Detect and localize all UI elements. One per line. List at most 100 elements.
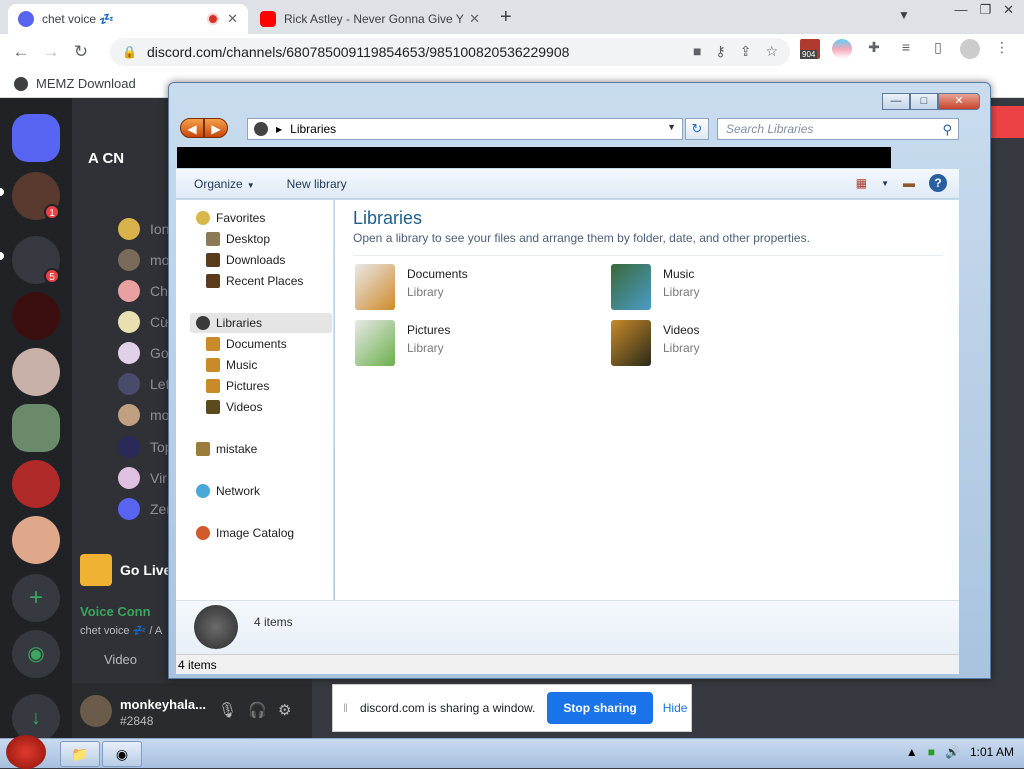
add-server-icon[interactable]: + xyxy=(12,574,60,622)
view-options-icon[interactable]: ▦ xyxy=(856,176,867,190)
settings-gear-icon[interactable]: ⚙ xyxy=(278,701,291,719)
microphone-icon[interactable]: 🎙 xyxy=(218,701,237,719)
organize-menu[interactable]: Organize ▼ xyxy=(194,177,255,191)
stop-sharing-button[interactable]: Stop sharing xyxy=(547,692,653,724)
user-avatar[interactable] xyxy=(80,695,112,727)
library-documents[interactable]: Documents Library xyxy=(355,264,468,310)
voice-member[interactable]: Go xyxy=(118,342,169,364)
share-icon[interactable]: ⇪ xyxy=(740,43,752,60)
nav-libraries[interactable]: Libraries xyxy=(190,313,332,333)
library-music[interactable]: Music Library xyxy=(611,264,700,310)
voice-member[interactable]: mo xyxy=(118,249,169,271)
server-icon[interactable] xyxy=(12,292,60,340)
bookmark-star-icon[interactable]: ☆ xyxy=(765,43,778,60)
menu-kebab-icon[interactable]: ⋮ xyxy=(992,39,1012,59)
page-subtitle: Open a library to see your files and arr… xyxy=(353,231,810,245)
search-icon[interactable]: ⚲ xyxy=(942,120,952,140)
chrome-taskbar-icon[interactable]: ◉ xyxy=(102,741,142,767)
lock-icon[interactable]: 🔒 xyxy=(122,45,137,59)
nav-videos[interactable]: Videos xyxy=(206,397,262,417)
server-icon[interactable] xyxy=(12,404,60,452)
tab-close-button[interactable]: ✕ xyxy=(469,11,480,27)
nav-recent-places[interactable]: Recent Places xyxy=(206,271,303,291)
reload-icon[interactable]: ↻ xyxy=(66,42,96,62)
search-input[interactable]: Search Libraries ⚲ xyxy=(717,118,959,140)
voice-member[interactable]: Let xyxy=(118,373,169,395)
key-icon[interactable]: ⚷ xyxy=(715,43,725,60)
library-videos[interactable]: Videos Library xyxy=(611,320,700,366)
minimize-button[interactable]: — xyxy=(882,93,910,110)
close-window-button[interactable]: ✕ xyxy=(1003,2,1014,18)
minimize-button[interactable]: — xyxy=(954,2,967,18)
username: monkeyhala... xyxy=(120,697,206,712)
back-arrow-icon[interactable]: ← xyxy=(6,42,36,62)
forward-button[interactable]: ▶ xyxy=(204,118,228,138)
new-library-button[interactable]: New library xyxy=(287,177,347,191)
hide-button[interactable]: Hide xyxy=(663,701,688,715)
profile-avatar-icon[interactable] xyxy=(960,39,980,59)
volume-icon[interactable]: 🔊 xyxy=(945,745,960,759)
address-bar[interactable]: ▶ Libraries ▼ xyxy=(247,118,683,140)
voice-member[interactable]: Chi xyxy=(118,280,171,302)
nav-downloads[interactable]: Downloads xyxy=(206,250,285,270)
breadcrumb-arrow-icon[interactable]: ▶ xyxy=(276,125,282,134)
refresh-button[interactable]: ↻ xyxy=(685,118,709,140)
new-tab-button[interactable]: + xyxy=(500,6,512,29)
start-button-icon[interactable] xyxy=(6,735,46,769)
media-queue-icon[interactable]: ≡ xyxy=(896,39,916,59)
documents-icon xyxy=(206,337,220,351)
voice-member[interactable]: Vir xyxy=(118,467,167,489)
nav-pictures[interactable]: Pictures xyxy=(206,376,269,396)
flag-extension-icon[interactable] xyxy=(832,39,852,59)
server-icon[interactable] xyxy=(12,460,60,508)
voice-member[interactable]: Zer xyxy=(118,498,171,520)
puzzle-icon[interactable]: ✚ xyxy=(864,39,884,59)
tray-arrow-icon[interactable]: ▲ xyxy=(906,745,918,759)
voice-member[interactable]: Ion xyxy=(118,218,169,240)
nav-documents[interactable]: Documents xyxy=(206,334,287,354)
nav-image-catalog[interactable]: Image Catalog xyxy=(196,523,294,543)
forward-arrow-icon[interactable]: → xyxy=(36,42,66,62)
breadcrumb-libraries[interactable]: Libraries xyxy=(290,122,336,136)
view-dropdown-icon[interactable]: ▼ xyxy=(881,179,889,188)
system-tray: ▲ ■ 🔊 1:01 AM xyxy=(906,745,1014,759)
recent-places-icon xyxy=(206,274,220,288)
nav-mistake[interactable]: mistake xyxy=(196,439,257,459)
tab-close-button[interactable]: ✕ xyxy=(227,11,238,27)
address-bar[interactable]: 🔒 discord.com/channels/68078500911985465… xyxy=(110,38,790,66)
nav-favorites[interactable]: Favorites xyxy=(196,208,265,228)
back-button[interactable]: ◀ xyxy=(180,118,204,138)
go-live-button[interactable]: Go Live xyxy=(80,554,171,586)
preview-pane-icon[interactable]: ▬ xyxy=(903,176,915,190)
server-icon[interactable] xyxy=(12,348,60,396)
camera-icon[interactable]: ■ xyxy=(693,43,701,60)
maximize-button[interactable]: □ xyxy=(910,93,938,110)
restore-button[interactable]: ❐ xyxy=(979,2,991,18)
nav-network[interactable]: Network xyxy=(196,481,260,501)
nav-music[interactable]: Music xyxy=(206,355,257,375)
clock[interactable]: 1:01 AM xyxy=(970,745,1014,759)
battery-icon[interactable]: ■ xyxy=(928,745,935,759)
explorer-taskbar-icon[interactable]: 📁 xyxy=(60,741,100,767)
library-pictures[interactable]: Pictures Library xyxy=(355,320,450,366)
desktop-icon xyxy=(206,232,220,246)
discord-home-icon[interactable] xyxy=(12,114,60,162)
voice-channel-path[interactable]: chet voice 💤 / A xyxy=(80,624,162,637)
nav-desktop[interactable]: Desktop xyxy=(206,229,270,249)
drag-handle-icon[interactable]: ‖ xyxy=(343,701,348,715)
voice-member[interactable]: Top xyxy=(118,436,173,458)
tab-rick-astley[interactable]: Rick Astley - Never Gonna Give Y ✕ xyxy=(250,4,490,34)
side-panel-icon[interactable]: ▯ xyxy=(928,39,948,59)
tab-search-chevron-icon[interactable]: ▼ xyxy=(898,8,910,22)
address-dropdown-icon[interactable]: ▼ xyxy=(667,122,676,132)
server-icon[interactable] xyxy=(12,516,60,564)
close-button[interactable]: ✕ xyxy=(938,93,980,110)
tab-chet-voice[interactable]: chet voice 💤 ✕ xyxy=(8,4,248,34)
voice-member[interactable]: Cừ xyxy=(118,311,169,333)
explore-compass-icon[interactable]: ◉ xyxy=(12,630,60,678)
help-icon[interactable]: ? xyxy=(929,174,947,192)
voice-member[interactable]: mo xyxy=(118,404,169,426)
headphones-icon[interactable]: 🎧 xyxy=(248,701,267,719)
bookmark-memz[interactable]: MEMZ Download xyxy=(14,76,136,91)
video-button[interactable]: Video xyxy=(104,652,137,667)
